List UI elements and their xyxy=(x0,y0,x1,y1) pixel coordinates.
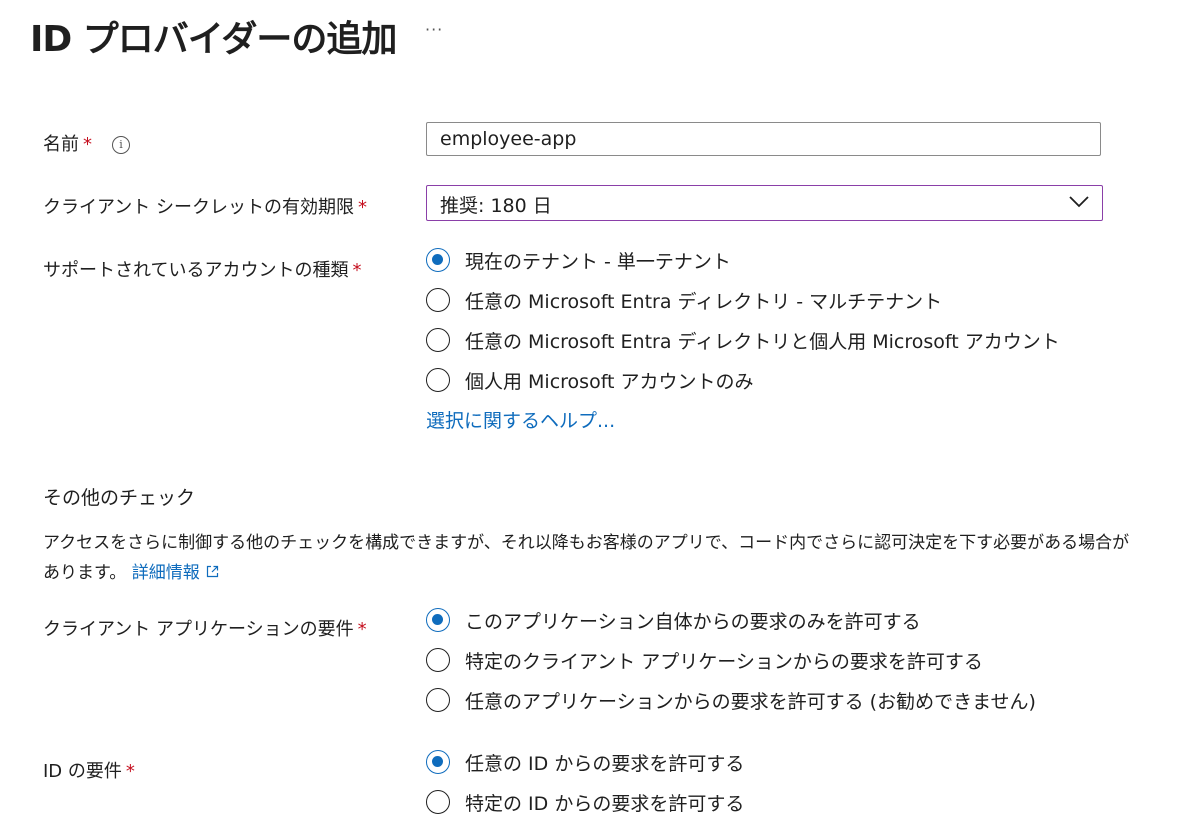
radio-label: 任意のアプリケーションからの要求を許可する (お勧めできません) xyxy=(465,690,1036,713)
radio-option-this-app-only[interactable]: このアプリケーション自体からの要求のみを許可する xyxy=(426,606,921,634)
radio-button[interactable] xyxy=(426,648,450,672)
required-marker: * xyxy=(357,619,367,640)
learn-more-link[interactable]: 詳細情報 xyxy=(132,563,219,583)
radio-button[interactable] xyxy=(426,688,450,712)
selection-help-link[interactable]: 選択に関するヘルプ... xyxy=(426,406,615,433)
required-marker: * xyxy=(352,260,362,281)
radio-option-any-app[interactable]: 任意のアプリケーションからの要求を許可する (お勧めできません) xyxy=(426,686,1036,714)
radio-option-multi-tenant-personal[interactable]: 任意の Microsoft Entra ディレクトリと個人用 Microsoft… xyxy=(426,326,1060,354)
radio-button[interactable] xyxy=(426,328,450,352)
radio-option-specific-clients[interactable]: 特定のクライアント アプリケーションからの要求を許可する xyxy=(426,646,983,674)
radio-option-any-identity[interactable]: 任意の ID からの要求を許可する xyxy=(426,748,744,776)
identity-requirement-label-text: ID の要件 xyxy=(43,761,122,782)
radio-button[interactable] xyxy=(426,750,450,774)
section-description: アクセスをさらに制御する他のチェックを構成できますが、それ以降もお客様のアプリで… xyxy=(43,528,1143,588)
client-app-requirement-label: クライアント アプリケーションの要件 * xyxy=(43,615,367,641)
external-link-icon xyxy=(206,565,218,578)
radio-button[interactable] xyxy=(426,790,450,814)
required-marker: * xyxy=(125,761,135,782)
secret-expiry-label-text: クライアント シークレットの有効期限 xyxy=(43,197,354,218)
chevron-down-icon xyxy=(1069,196,1089,208)
radio-option-single-tenant[interactable]: 現在のテナント - 単一テナント xyxy=(426,246,731,274)
name-label-text: 名前 xyxy=(43,134,79,155)
secret-expiry-label: クライアント シークレットの有効期限 * xyxy=(43,193,367,219)
required-marker: * xyxy=(358,197,367,218)
identity-requirement-label: ID の要件 * xyxy=(43,757,135,783)
radio-button[interactable] xyxy=(426,608,450,632)
radio-label: 任意の Microsoft Entra ディレクトリ - マルチテナント xyxy=(465,290,943,313)
client-app-requirement-label-text: クライアント アプリケーションの要件 xyxy=(43,619,354,640)
radio-label: 個人用 Microsoft アカウントのみ xyxy=(465,370,754,393)
more-options-button[interactable]: ··· xyxy=(425,20,443,39)
radio-button[interactable] xyxy=(426,288,450,312)
radio-label: 特定の ID からの要求を許可する xyxy=(465,792,745,815)
learn-more-label: 詳細情報 xyxy=(131,563,200,583)
radio-option-specific-identity[interactable]: 特定の ID からの要求を許可する xyxy=(426,788,744,816)
account-types-label-text: サポートされているアカウントの種類 xyxy=(43,260,349,281)
radio-button[interactable] xyxy=(426,248,450,272)
page-title: ID プロバイダーの追加 xyxy=(30,19,397,60)
secret-expiry-select[interactable]: 推奨: 180 日 xyxy=(426,185,1103,221)
name-input[interactable] xyxy=(426,122,1101,156)
secret-expiry-value: 推奨: 180 日 xyxy=(440,195,552,217)
radio-label: 任意の ID からの要求を許可する xyxy=(465,752,745,775)
radio-label: 特定のクライアント アプリケーションからの要求を許可する xyxy=(465,650,983,673)
radio-option-personal-only[interactable]: 個人用 Microsoft アカウントのみ xyxy=(426,366,754,394)
required-marker: * xyxy=(83,134,92,155)
radio-label: 任意の Microsoft Entra ディレクトリと個人用 Microsoft… xyxy=(465,330,1060,353)
account-types-label: サポートされているアカウントの種類 * xyxy=(43,256,361,282)
info-icon[interactable]: i xyxy=(112,136,130,154)
radio-button[interactable] xyxy=(426,368,450,392)
name-label: 名前 * i xyxy=(43,130,130,156)
section-heading: その他のチェック xyxy=(43,487,196,509)
radio-label: このアプリケーション自体からの要求のみを許可する xyxy=(465,610,921,633)
radio-label: 現在のテナント - 単一テナント xyxy=(465,250,731,273)
radio-option-multi-tenant[interactable]: 任意の Microsoft Entra ディレクトリ - マルチテナント xyxy=(426,286,942,314)
